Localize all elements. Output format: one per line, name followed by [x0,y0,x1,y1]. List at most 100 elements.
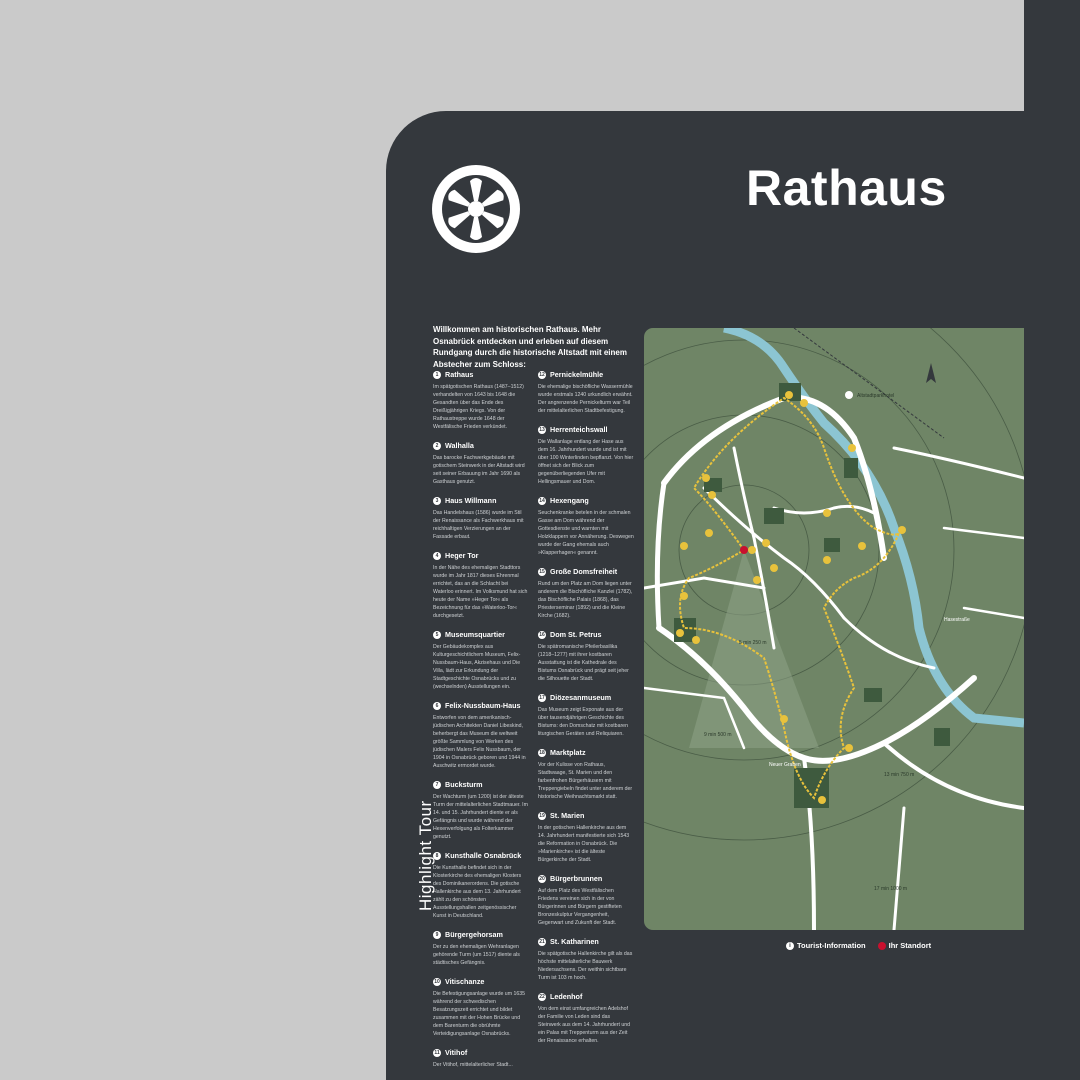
tour-stop-heading: 3 Haus Willmann [433,496,529,505]
tour-stop: 22 Ledenhof Von dem einst umfangreichen Ad… [538,992,634,1045]
stop-description: Der Gebäudekomplex aus Kulturgeschichtli… [433,644,521,690]
stop-description: Die Wallanlage entlang der Hase aus dem … [538,439,634,485]
map-canvas: Altstadtparkhotel 5 min 250 m 9 min 500 … [644,328,1024,930]
stop-name: Haus Willmann [445,496,497,505]
stop-name: Bürgerbrunnen [550,874,603,883]
stop-number-badge: 7 [433,780,441,789]
tour-stop: 19 St. Marien In der gotischen Hallenkirch… [538,811,634,864]
stop-name: Pernickelmühle [550,370,604,379]
tour-stop-heading: 15 Große Domsfreiheit [538,567,634,576]
stop-name: Walhalla [445,441,474,450]
stops-column-right: 12 Pernickelmühle Die ehemalige bischöflic… [538,370,634,1055]
stop-number-badge: 13 [538,425,546,434]
stop-description: Vor der Kulisse von Rathaus, Stadtwaage,… [538,762,633,800]
stop-number-badge: 5 [433,630,441,639]
tour-stop: 5 Museumsquartier Der Gebäudekomplex aus K… [433,630,529,691]
stop-name: Rathaus [445,370,474,379]
legend-tourist-info: i Tourist-Information [786,941,866,950]
stop-name: Herrenteichswall [550,425,608,434]
tour-stop: 17 Diözesanmuseum Das Museum zeigt Exponat… [538,693,634,738]
stop-number-badge: 18 [538,748,546,757]
info-board: Rathaus Willkommen am historischen Ratha… [386,111,1024,1080]
tour-stop: 13 Herrenteichswall Die Wallanlage entlang… [538,425,634,486]
stop-number-badge: 12 [538,370,546,379]
stop-number-badge: 21 [538,937,546,946]
stop-name: St. Katharinen [550,937,599,946]
tour-stop: 6 Felix-Nussbaum-Haus Entworfen von dem am… [433,701,529,770]
legend-location-label: Ihr Standort [888,941,932,950]
map-label-750: 13 min 750 m [884,772,914,778]
stop-description: Die Kunsthalle befindet sich in der Klos… [433,865,522,919]
tour-stop-heading: 19 St. Marien [538,811,634,820]
tour-stop-heading: 4 Heger Tor [433,551,529,560]
stop-name: Hexengang [550,496,589,505]
tour-stop: 11 Vitihof Der Vitihof, mittelalterlicher … [433,1048,529,1069]
intro-text: Willkommen am historischen Rathaus. Mehr… [433,325,627,369]
stop-number-badge: 20 [538,874,546,883]
stop-description: Im spätgotischen Rathaus (1487–1512) ver… [433,384,524,430]
tour-stop: 14 Hexengang Seuchenkranke betelen in der … [538,496,634,557]
tour-stop: 3 Haus Willmann Das Handelshaus (1586) wur… [433,496,529,541]
tour-stop-heading: 5 Museumsquartier [433,630,529,639]
tour-stop-heading: 7 Bucksturm [433,780,529,789]
tour-stop: 15 Große Domsfreiheit Rund um den Platz am… [538,567,634,620]
legend-location: Ihr Standort [877,941,932,950]
stop-number-badge: 15 [538,567,546,576]
stop-name: Bucksturm [445,780,483,789]
stop-name: Dom St. Petrus [550,630,602,639]
stop-number-badge: 19 [538,811,546,820]
tour-stop-heading: 6 Felix-Nussbaum-Haus [433,701,529,710]
stop-name: Diözesanmuseum [550,693,612,702]
tour-stop: 9 Bürgergehorsam Der zu den ehemaligen Weh… [433,930,529,967]
stop-name: Kunsthalle Osnabrück [445,851,522,860]
stop-description: In der gotischen Hallenkirche aus dem 14… [538,825,630,863]
tour-stop-heading: 17 Diözesanmuseum [538,693,634,702]
tour-stop-heading: 22 Ledenhof [538,992,634,1001]
tour-stop: 12 Pernickelmühle Die ehemalige bischöflic… [538,370,634,415]
tour-stop: 8 Kunsthalle Osnabrück Die Kunsthalle befi… [433,851,529,920]
stop-description: Der Wachturm (um 1200) ist der älteste T… [433,794,528,840]
stop-name: Ledenhof [550,992,583,1001]
city-map[interactable]: Altstadtparkhotel 5 min 250 m 9 min 500 … [644,328,1024,930]
tour-stop-heading: 9 Bürgergehorsam [433,930,529,939]
tour-stop-heading: 11 Vitihof [433,1048,529,1057]
map-label-parking: Altstadtparkhotel [857,393,894,399]
tour-stop: 10 Vitischanze Die Befestigungsanlage wurd… [433,977,529,1038]
stop-number-badge: 16 [538,630,546,639]
stop-number-badge: 9 [433,930,441,939]
legend-tourist-info-label: Tourist-Information [797,941,866,950]
tour-stop-heading: 10 Vitischanze [433,977,529,986]
stop-number-badge: 3 [433,496,441,505]
stop-name: Felix-Nussbaum-Haus [445,701,521,710]
stop-description: Der Vitihof, mittelalterlicher Stadt... [433,1062,513,1068]
tour-stop: 20 Bürgerbrunnen Auf dem Platz des Westfäl… [538,874,634,927]
tour-stop: 1 Rathaus Im spätgotischen Rathaus (1487–1… [433,370,529,431]
location-dot-icon [877,941,886,950]
tour-stop: 7 Bucksturm Der Wachturm (um 1200) ist der… [433,780,529,841]
stop-number-badge: 1 [433,370,441,379]
tour-stop: 16 Dom St. Petrus Die spätromanische Pfeil… [538,630,634,683]
stops-column-left: 1 Rathaus Im spätgotischen Rathaus (1487–1… [433,370,529,1079]
stop-description: Die ehemalige bischöfliche Wassermühle w… [538,384,633,414]
stop-name: St. Marien [550,811,585,820]
tour-stop-heading: 8 Kunsthalle Osnabrück [433,851,529,860]
tour-stop-heading: 14 Hexengang [538,496,634,505]
stop-description: Von dem einst umfangreichen Adelshof der… [538,1006,630,1044]
tour-stop: 4 Heger Tor In der Nähe des ehemaligen Sta… [433,551,529,620]
stop-description: Die Befestigungsanlage wurde um 1635 wäh… [433,991,525,1037]
stop-description: Das barocke Fachwerkgebäude mit gotische… [433,455,525,485]
stop-description: Die spätromanische Pfeilerbasilika (1218… [538,644,629,682]
parking-icon [845,391,853,399]
map-label-hasestrasse: Hasestraße [944,617,970,623]
stop-description: Rund um den Platz am Dom liegen unter an… [538,581,633,619]
current-location-marker [740,546,748,554]
tour-stop: 21 St. Katharinen Die spätgotische Hallenk… [538,937,634,982]
map-legend: i Tourist-Information Ihr Standort [786,941,931,950]
tour-stop-heading: 13 Herrenteichswall [538,425,634,434]
stop-name: Vitischanze [445,977,485,986]
stop-name: Bürgergehorsam [445,930,503,939]
stop-description: Das Handelshaus (1586) wurde im Stil der… [433,510,524,540]
map-label-neuer-graben: Neuer Graben [769,762,801,768]
stop-number-badge: 17 [538,693,546,702]
stop-name: Marktplatz [550,748,586,757]
